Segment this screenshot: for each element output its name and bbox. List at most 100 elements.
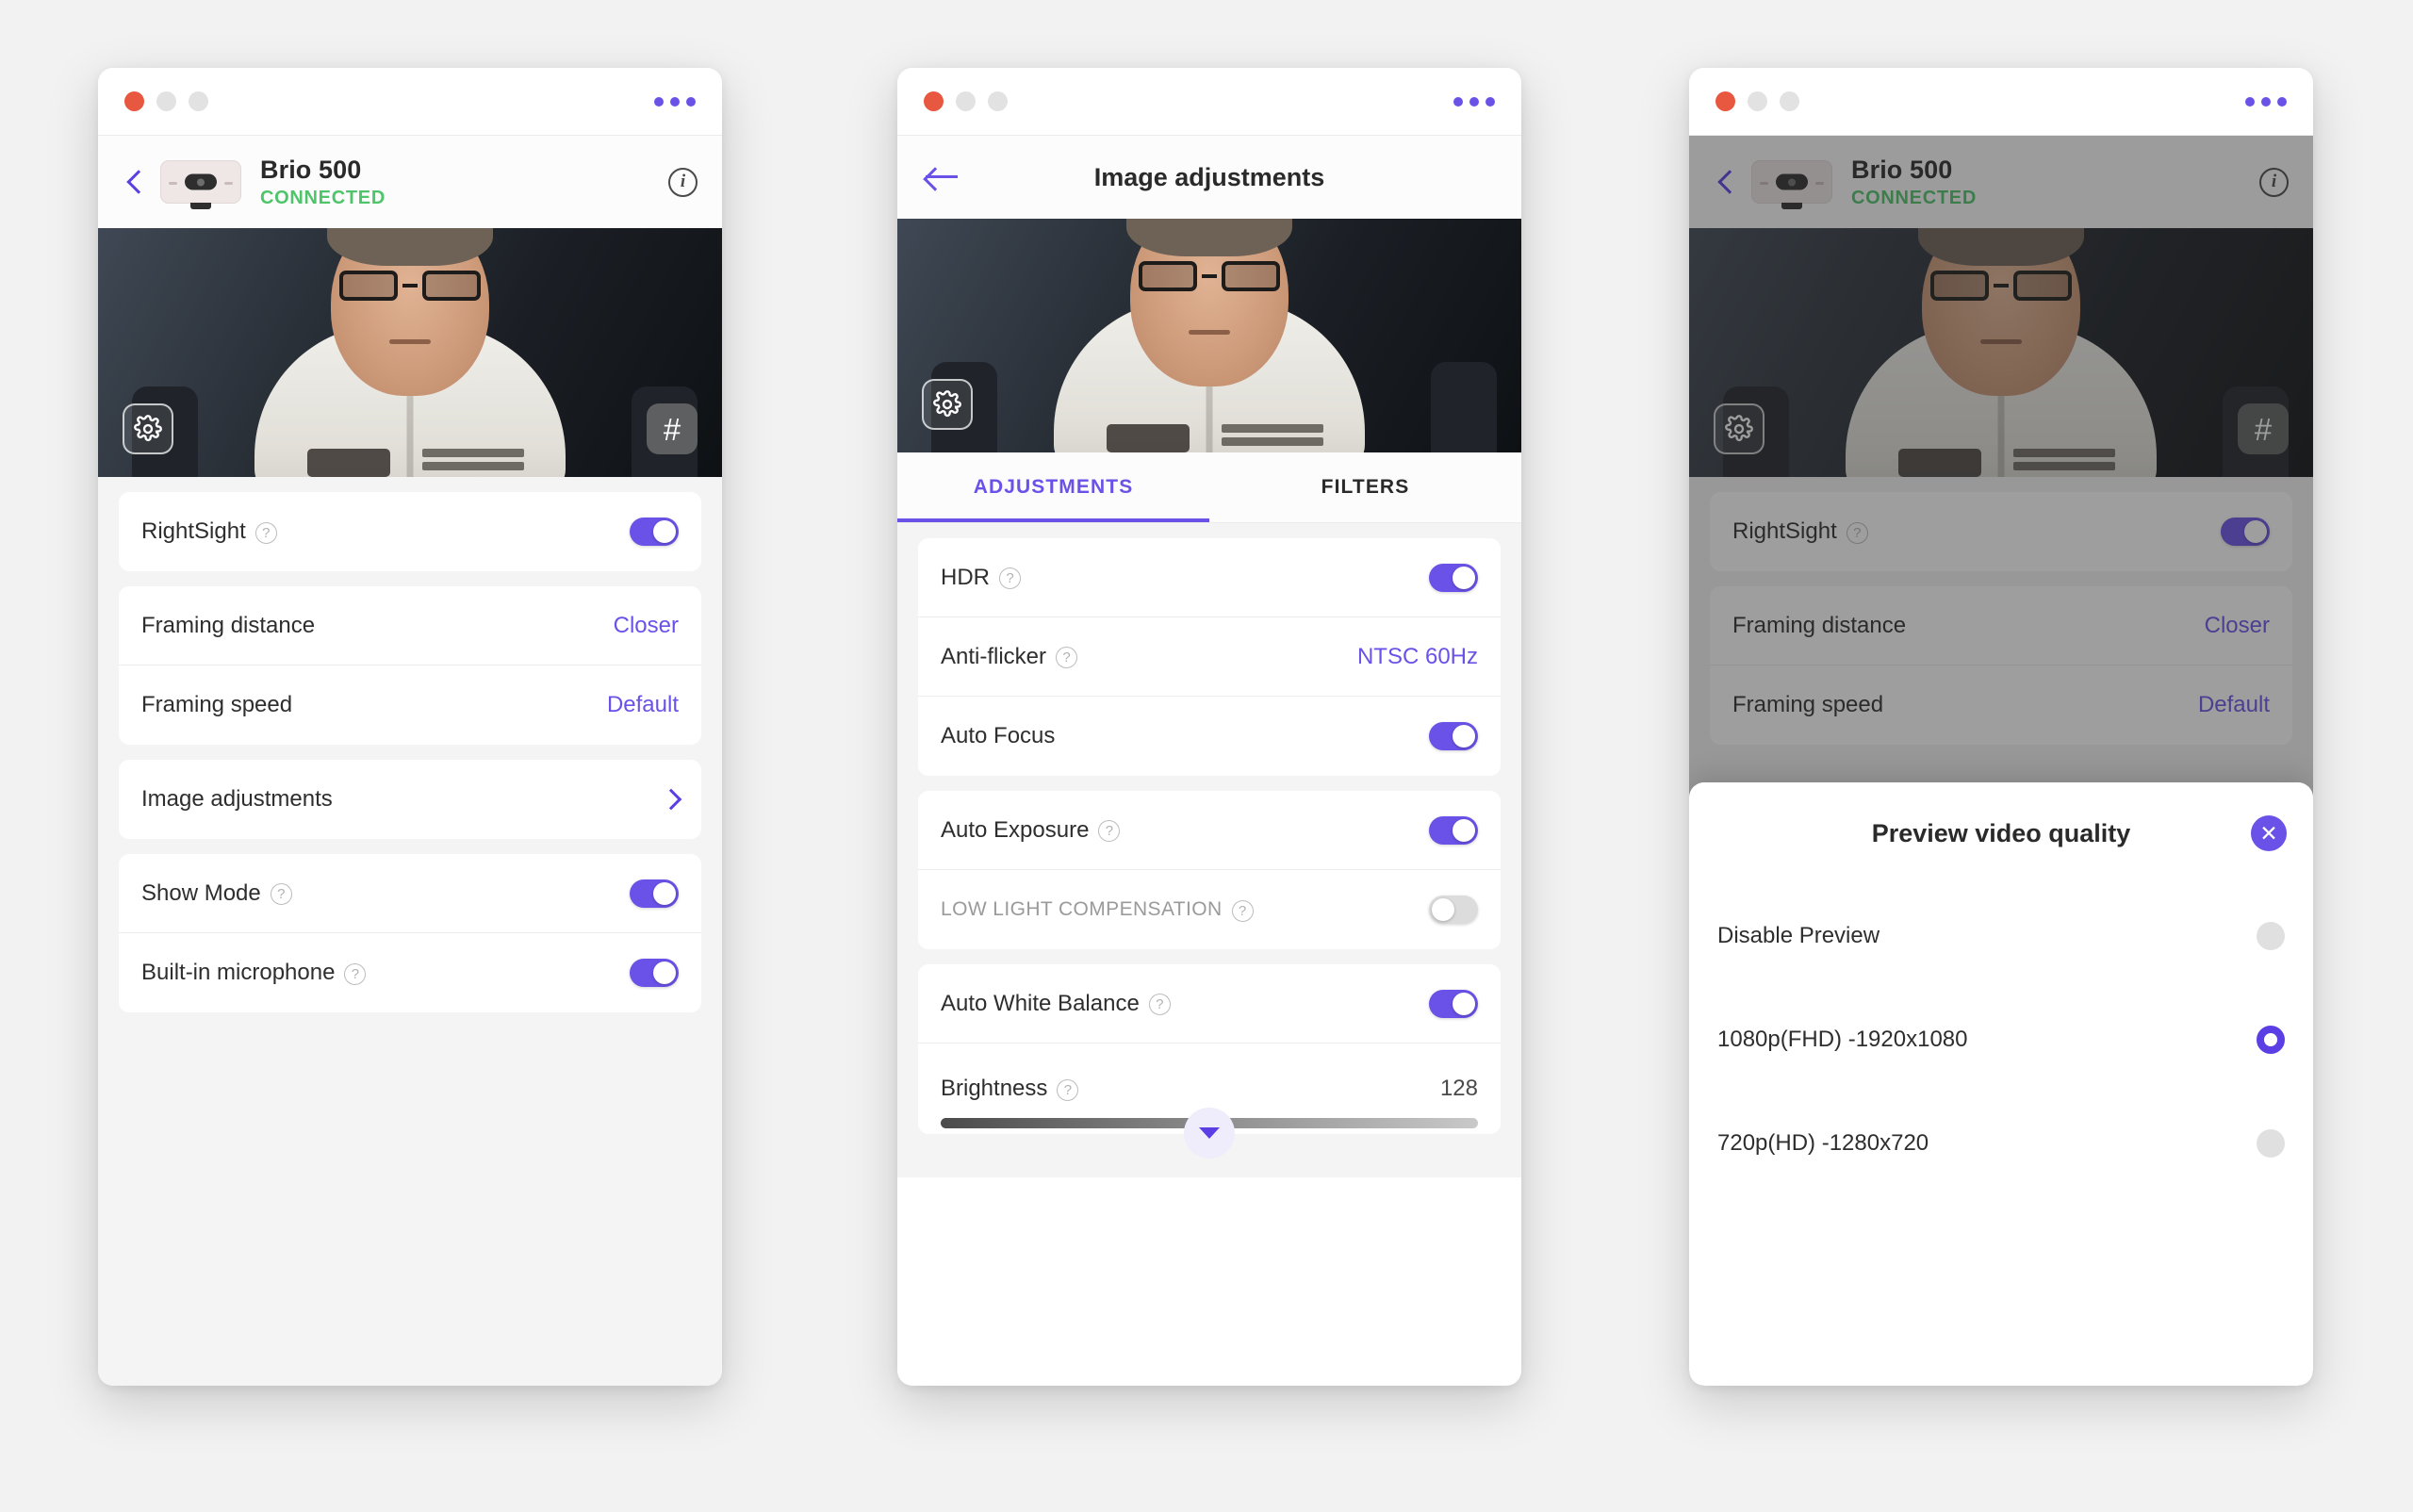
help-icon[interactable]: ? [1057,1078,1079,1101]
help-icon[interactable]: ? [1098,820,1121,842]
help-icon[interactable]: ? [1056,647,1078,668]
device-name: Brio 500 [260,155,362,184]
tab-bar: ADJUSTMENTS FILTERS [897,452,1521,523]
row-auto-focus[interactable]: Auto Focus [918,697,1501,776]
screenshot-stage: Brio 500 CONNECTED i # RightSight ? Fram… [0,0,2413,1512]
option-720p[interactable]: 720p(HD) -1280x720 [1689,1092,2313,1195]
close-icon[interactable]: ✕ [2251,815,2287,851]
minimize-button[interactable] [956,91,976,111]
settings-list: RightSight ? Framing distance Closer Fra… [98,477,722,1386]
row-rightsight[interactable]: RightSight ? [119,492,701,571]
low-light-compensation-toggle[interactable] [1429,896,1478,924]
row-low-light-compensation[interactable]: LOW LIGHT COMPENSATION ? [918,870,1501,949]
maximize-button[interactable] [1780,91,1799,111]
option-label: Disable Preview [1717,923,1880,948]
row-auto-exposure[interactable]: Auto Exposure ? [918,791,1501,870]
grid-icon[interactable]: # [647,403,698,454]
help-icon[interactable]: ? [999,567,1021,589]
close-button[interactable] [124,91,144,111]
framing-distance-value[interactable]: Closer [614,613,679,639]
row-label: HDR [941,564,990,590]
row-image-adjustments[interactable]: Image adjustments [119,760,701,839]
radio-disable-preview[interactable] [2257,922,2285,950]
row-hdr[interactable]: HDR ? [918,538,1501,617]
video-preview: # [98,228,722,477]
more-options-button[interactable] [2245,96,2287,107]
chevron-down-icon[interactable] [1184,1108,1235,1159]
builtin-microphone-toggle[interactable] [630,959,679,987]
close-button[interactable] [1715,91,1735,111]
help-icon[interactable]: ? [270,883,292,905]
close-button[interactable] [924,91,944,111]
row-builtin-microphone[interactable]: Built-in microphone ? [119,933,701,1012]
row-label: Built-in microphone [141,960,336,985]
window-preview-quality: Brio 500 CONNECTED i # RightSight ? Fram… [1689,68,2313,1386]
anti-flicker-value[interactable]: NTSC 60Hz [1357,644,1478,670]
row-label: Brightness [941,1076,1048,1101]
tab-filters[interactable]: FILTERS [1209,452,1521,522]
traffic-lights [124,91,208,111]
framing-speed-value[interactable]: Default [607,692,679,718]
radio-1080p[interactable] [2257,1026,2285,1054]
row-label: LOW LIGHT COMPENSATION [941,898,1223,920]
settings-group: HDR ? Anti-flicker ? NTSC 60Hz Auto Focu… [918,538,1501,776]
preview-quality-modal: Preview video quality ✕ Disable Preview … [1689,782,2313,1386]
title-bar [897,68,1521,136]
rightsight-toggle[interactable] [630,518,679,546]
traffic-lights [924,91,1008,111]
option-disable-preview[interactable]: Disable Preview [1689,884,2313,988]
minimize-button[interactable] [1748,91,1767,111]
show-mode-toggle[interactable] [630,879,679,908]
auto-focus-toggle[interactable] [1429,722,1478,750]
tab-adjustments[interactable]: ADJUSTMENTS [897,452,1209,522]
chevron-left-icon[interactable] [123,170,147,194]
row-label: Image adjustments [141,786,333,812]
row-auto-white-balance[interactable]: Auto White Balance ? [918,964,1501,1044]
settings-group: Image adjustments [119,760,701,839]
chevron-right-icon[interactable] [662,791,679,808]
help-icon[interactable]: ? [254,521,277,544]
minimize-button[interactable] [156,91,176,111]
auto-white-balance-toggle[interactable] [1429,989,1478,1018]
auto-exposure-toggle[interactable] [1429,815,1478,845]
settings-group: Framing distance Closer Framing speed De… [119,586,701,745]
row-show-mode[interactable]: Show Mode ? [119,854,701,933]
more-options-button[interactable] [654,96,696,107]
more-options-button[interactable] [1453,96,1495,107]
gear-icon[interactable] [922,379,973,430]
maximize-button[interactable] [988,91,1008,111]
modal-header: Preview video quality ✕ [1689,782,2313,884]
adjustments-list[interactable]: HDR ? Anti-flicker ? NTSC 60Hz Auto Focu… [897,523,1521,1177]
video-preview [897,219,1521,452]
row-label: Anti-flicker [941,643,1047,669]
row-anti-flicker[interactable]: Anti-flicker ? NTSC 60Hz [918,617,1501,697]
hdr-toggle[interactable] [1429,563,1478,592]
row-label: Show Mode [141,879,261,906]
device-meta: Brio 500 CONNECTED [260,156,386,209]
info-icon[interactable]: i [668,167,698,197]
help-icon[interactable]: ? [344,962,367,985]
help-icon[interactable]: ? [1148,994,1171,1015]
row-label: Auto Focus [941,723,1056,748]
title-bar [1689,68,2313,136]
settings-group: Auto Exposure ? LOW LIGHT COMPENSATION ? [918,791,1501,949]
maximize-button[interactable] [189,91,208,111]
row-label: Framing speed [141,692,293,717]
help-icon[interactable]: ? [1231,899,1254,922]
webcam-icon [160,160,241,209]
brightness-value: 128 [1439,1076,1478,1101]
row-framing-distance[interactable]: Framing distance Closer [119,586,701,666]
window-image-adjustments: Image adjustments ADJUSTMENTS FILTERS HD… [897,68,1521,1386]
settings-group: Show Mode ? Built-in microphone ? [119,854,701,1012]
page-title: Image adjustments [1093,162,1325,191]
device-header: Brio 500 CONNECTED i [98,136,722,228]
option-1080p[interactable]: 1080p(FHD) -1920x1080 [1689,988,2313,1092]
arrow-left-icon[interactable] [926,165,961,189]
radio-720p[interactable] [2257,1129,2285,1158]
device-status: CONNECTED [260,187,386,208]
modal-title: Preview video quality [1871,818,2131,847]
gear-icon[interactable] [123,403,173,454]
row-framing-speed[interactable]: Framing speed Default [119,666,701,745]
settings-group: RightSight ? [119,492,701,571]
row-label: Auto White Balance [941,990,1140,1016]
